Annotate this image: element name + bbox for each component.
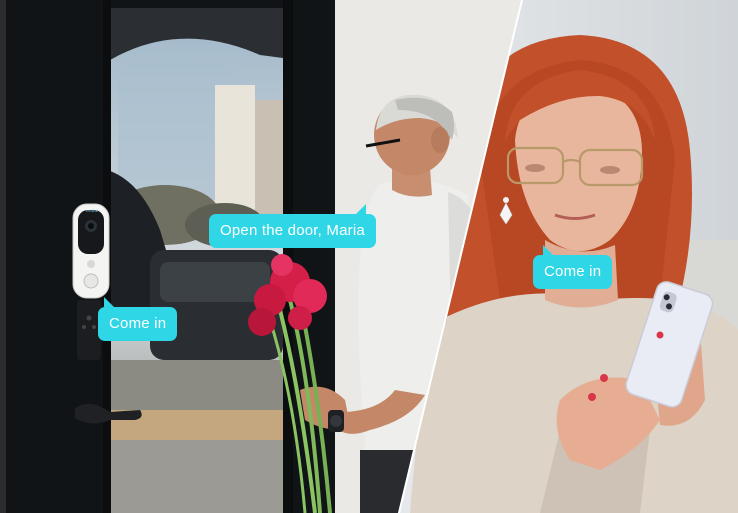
doorbell-logo: reolink [86,208,98,213]
speech-bubble-doorbell: Come in [98,297,178,341]
door-glass [107,8,283,513]
speech-bubble-woman: Come in [533,245,613,289]
bubble-tail [543,245,553,255]
bubble-tail [355,204,366,214]
speech-bubble-doorbell-text: Come in [109,315,167,332]
speech-bubble-man: Open the door, Maria [209,204,376,248]
photo-scene: reolink Open the door, Maria Come in Com… [0,0,738,513]
bubble-tail [104,297,114,307]
scene-illustration: reolink [0,0,738,513]
speech-bubble-woman-text: Come in [544,263,602,280]
video-doorbell [72,203,110,299]
speech-bubble-man-text: Open the door, Maria [220,222,365,239]
